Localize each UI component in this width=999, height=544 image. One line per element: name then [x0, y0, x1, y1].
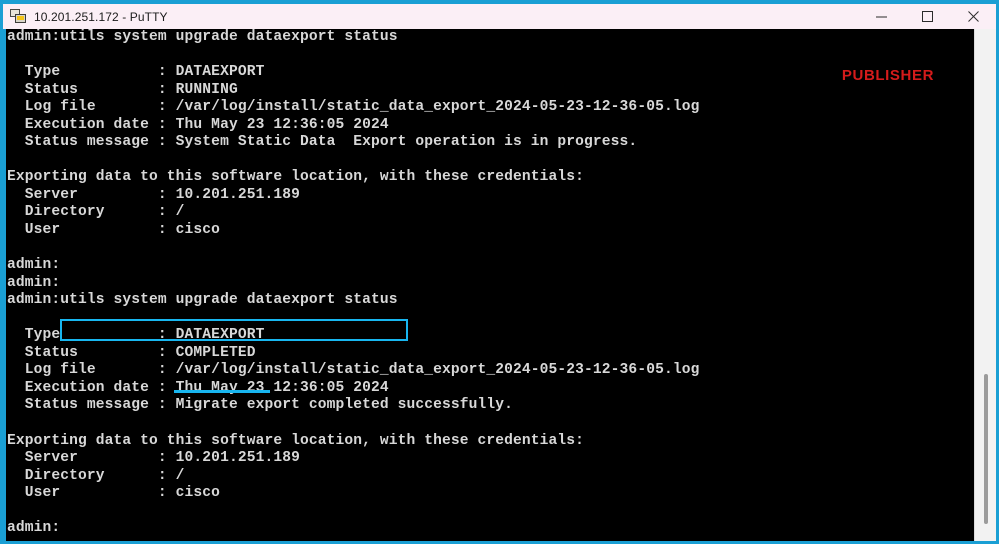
terminal-line: User : cisco — [7, 222, 221, 239]
terminal-scrollbar[interactable] — [974, 29, 996, 541]
terminal-line: Directory : / — [7, 204, 185, 221]
maximize-icon — [921, 11, 933, 22]
terminal-line: Server : 10.201.251.189 — [7, 186, 300, 203]
scrollbar-thumb[interactable] — [984, 374, 988, 524]
publisher-watermark: PUBLISHER — [841, 67, 934, 84]
terminal-line: Exporting data to this software location… — [7, 169, 585, 186]
terminal-line: Log file : /var/log/install/static_data_… — [7, 362, 700, 379]
terminal-line: Log file : /var/log/install/static_data_… — [7, 99, 700, 116]
terminal-line: admin:utils system upgrade dataexport st… — [7, 29, 398, 45]
terminal-line: Status : COMPLETED — [7, 344, 256, 361]
terminal-line: Server : 10.201.251.189 — [7, 450, 300, 467]
terminal-line: User : cisco — [7, 485, 221, 502]
putty-app-icon — [10, 8, 27, 25]
window-titlebar: 10.201.251.172 - PuTTY — [3, 4, 996, 29]
minimize-button[interactable] — [858, 4, 904, 29]
terminal-line: admin: — [7, 257, 61, 274]
terminal-line: admin: — [7, 274, 61, 291]
terminal-line: Status message : System Static Data Expo… — [7, 134, 638, 151]
terminal-line: admin: — [7, 520, 61, 537]
minimize-icon — [875, 16, 887, 18]
putty-window: 10.201.251.172 - PuTTY admin:utils syste… — [0, 0, 999, 544]
terminal-surface[interactable]: admin:utils system upgrade dataexport st… — [3, 29, 996, 541]
terminal-line: Execution date : Thu May 23 12:36:05 202… — [7, 116, 389, 133]
completed-status-underline — [174, 390, 270, 393]
close-icon — [967, 11, 979, 22]
maximize-button[interactable] — [904, 4, 950, 29]
close-button[interactable] — [950, 4, 996, 29]
terminal-output: admin:utils system upgrade dataexport st… — [7, 29, 699, 538]
terminal-line: Status : RUNNING — [7, 81, 238, 98]
terminal-line: Exporting data to this software location… — [7, 432, 585, 449]
terminal-line: Execution date : Thu May 23 12:36:05 202… — [7, 379, 389, 396]
terminal-line: Status message : Migrate export complete… — [7, 397, 514, 414]
terminal-line: Directory : / — [7, 467, 185, 484]
terminal-line: Type : DATAEXPORT — [7, 64, 265, 81]
terminal-line: admin:utils system upgrade dataexport st… — [7, 292, 398, 309]
window-title: 10.201.251.172 - PuTTY — [34, 9, 168, 24]
terminal-line: Type : DATAEXPORT — [7, 327, 265, 344]
terminal-viewport[interactable]: admin:utils system upgrade dataexport st… — [3, 29, 974, 541]
